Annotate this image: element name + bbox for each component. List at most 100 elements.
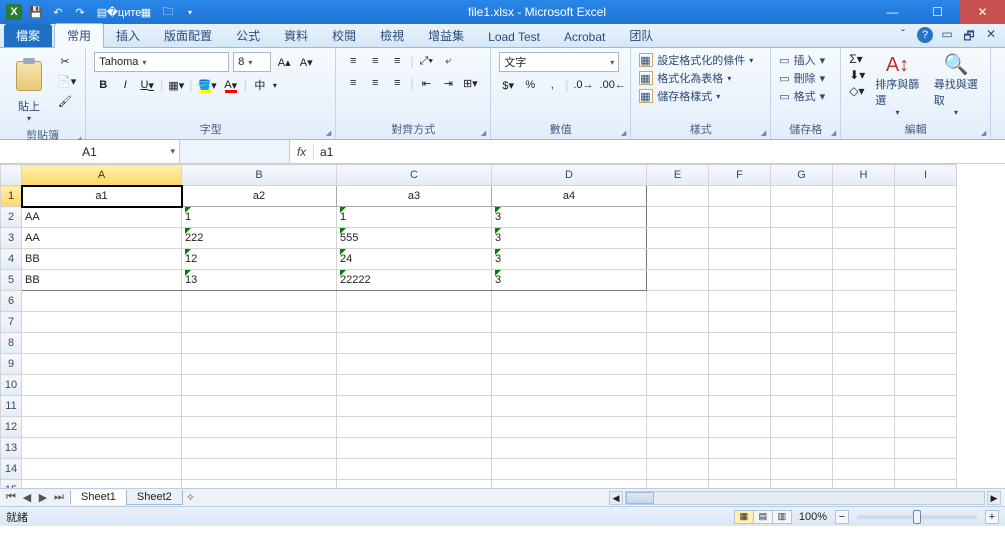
formula-input[interactable]: a1 xyxy=(314,145,1005,159)
cell[interactable] xyxy=(833,375,895,396)
cell[interactable]: 24 xyxy=(337,249,492,270)
cell[interactable] xyxy=(647,312,709,333)
cell[interactable] xyxy=(771,459,833,480)
cell[interactable] xyxy=(492,438,647,459)
select-all-corner[interactable] xyxy=(1,165,22,186)
format-painter-icon[interactable]: 🖌 xyxy=(56,92,74,110)
increase-decimal-icon[interactable]: .0→ xyxy=(572,76,594,94)
orientation-icon[interactable]: ⤢▾ xyxy=(417,52,435,70)
cell[interactable] xyxy=(22,480,182,489)
cell[interactable]: 3 xyxy=(492,270,647,291)
increase-indent-icon[interactable]: ⇥ xyxy=(439,74,457,92)
cell[interactable] xyxy=(771,375,833,396)
cell[interactable] xyxy=(182,354,337,375)
font-color-icon[interactable]: A▾ xyxy=(222,76,240,94)
hscroll-right-icon[interactable]: ▶ xyxy=(987,491,1001,505)
row-header[interactable]: 2 xyxy=(1,207,22,228)
sheet-nav-next-icon[interactable]: ▶ xyxy=(36,491,50,504)
sheet-nav-prev-icon[interactable]: ◀ xyxy=(20,491,34,504)
cell[interactable] xyxy=(895,354,957,375)
cell[interactable] xyxy=(22,459,182,480)
cell[interactable] xyxy=(22,354,182,375)
col-header-C[interactable]: C xyxy=(337,165,492,186)
decrease-decimal-icon[interactable]: .00← xyxy=(599,76,627,94)
cell[interactable] xyxy=(492,417,647,438)
cell[interactable] xyxy=(833,270,895,291)
cell[interactable] xyxy=(833,228,895,249)
tab-review[interactable]: 校閱 xyxy=(320,24,368,47)
cell[interactable] xyxy=(337,438,492,459)
qat-more-icon[interactable]: ▾ xyxy=(182,4,198,20)
row-header[interactable]: 13 xyxy=(1,438,22,459)
row-header[interactable]: 7 xyxy=(1,312,22,333)
row-header[interactable]: 3 xyxy=(1,228,22,249)
cell[interactable]: 13 xyxy=(182,270,337,291)
cell[interactable] xyxy=(182,375,337,396)
cell[interactable] xyxy=(771,396,833,417)
qat-icon[interactable]: ▦ xyxy=(138,4,154,20)
cell[interactable] xyxy=(709,291,771,312)
cell[interactable]: a2 xyxy=(182,186,337,207)
cell[interactable] xyxy=(647,480,709,489)
cell[interactable] xyxy=(833,480,895,489)
sheet-tab-2[interactable]: Sheet2 xyxy=(126,490,183,505)
cell[interactable] xyxy=(771,480,833,489)
tab-pagelayout[interactable]: 版面配置 xyxy=(152,24,224,47)
cell[interactable] xyxy=(647,354,709,375)
col-header-B[interactable]: B xyxy=(182,165,337,186)
cell[interactable] xyxy=(492,459,647,480)
cell[interactable]: a3 xyxy=(337,186,492,207)
font-size-combo[interactable]: 8▾ xyxy=(233,52,271,72)
delete-cells-button[interactable]: ▭ 刪除 ▾ xyxy=(779,70,825,86)
cell[interactable] xyxy=(895,417,957,438)
cell[interactable] xyxy=(709,333,771,354)
cell-styles-button[interactable]: ▦儲存格樣式▾ xyxy=(639,88,720,104)
comma-format-icon[interactable]: , xyxy=(543,76,561,94)
cell[interactable]: 3 xyxy=(492,207,647,228)
cell[interactable] xyxy=(709,438,771,459)
cell[interactable] xyxy=(647,396,709,417)
grow-font-icon[interactable]: A▴ xyxy=(275,53,293,71)
format-as-table-button[interactable]: ▦格式化為表格▾ xyxy=(639,70,731,86)
cell[interactable] xyxy=(895,207,957,228)
cell[interactable] xyxy=(833,312,895,333)
align-top-icon[interactable]: ≡ xyxy=(344,52,362,70)
copy-icon[interactable]: 📄▾ xyxy=(56,72,77,90)
tab-view[interactable]: 檢視 xyxy=(368,24,416,47)
cell[interactable] xyxy=(895,312,957,333)
help-icon[interactable]: ? xyxy=(917,27,933,43)
cell[interactable] xyxy=(647,291,709,312)
row-header[interactable]: 4 xyxy=(1,249,22,270)
hscroll-left-icon[interactable]: ◀ xyxy=(609,491,623,505)
cell[interactable] xyxy=(895,375,957,396)
cell[interactable]: BB xyxy=(22,270,182,291)
hscroll-thumb[interactable] xyxy=(626,492,654,504)
cell[interactable] xyxy=(895,438,957,459)
col-header-E[interactable]: E xyxy=(647,165,709,186)
cell[interactable] xyxy=(895,249,957,270)
col-header-A[interactable]: A xyxy=(22,165,182,186)
cell[interactable] xyxy=(337,312,492,333)
tab-home[interactable]: 常用 xyxy=(54,23,104,48)
qat-icon[interactable]: �ците xyxy=(116,4,132,20)
align-left-icon[interactable]: ≡ xyxy=(344,74,362,92)
cell[interactable] xyxy=(492,375,647,396)
sort-filter-button[interactable]: A↕ 排序與篩選▾ xyxy=(871,52,923,119)
cell[interactable] xyxy=(22,396,182,417)
cell[interactable] xyxy=(833,438,895,459)
cell[interactable]: 1 xyxy=(182,207,337,228)
cell[interactable] xyxy=(492,312,647,333)
fx-button[interactable]: fx xyxy=(290,145,314,159)
cell[interactable] xyxy=(895,333,957,354)
cell[interactable] xyxy=(22,375,182,396)
cell[interactable] xyxy=(22,291,182,312)
cell[interactable] xyxy=(337,417,492,438)
window-restore-icon[interactable]: 🗗 xyxy=(961,27,977,48)
cell[interactable] xyxy=(337,354,492,375)
cell[interactable] xyxy=(709,249,771,270)
cell[interactable]: AA xyxy=(22,228,182,249)
cell[interactable] xyxy=(22,417,182,438)
row-header[interactable]: 9 xyxy=(1,354,22,375)
cell[interactable] xyxy=(771,291,833,312)
view-pagebreak-icon[interactable]: ▥ xyxy=(772,510,792,524)
